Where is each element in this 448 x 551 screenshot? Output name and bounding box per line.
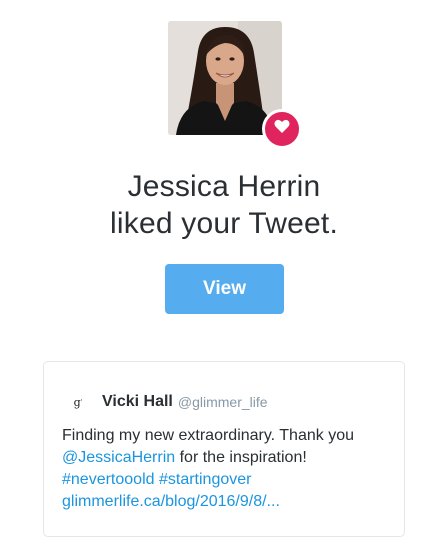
tweet-author-handle[interactable]: @glimmer_life <box>178 394 268 410</box>
tweet-author-name[interactable]: Vicki Hall <box>102 393 173 411</box>
tweet-card[interactable]: g ' Vicki Hall @glimmer_life Finding my n… <box>43 361 405 537</box>
hashtags-line: #nevertooold #startingover <box>62 469 392 491</box>
hashtag-link[interactable]: #startingover <box>159 471 252 488</box>
notification-headline: Jessica Herrin liked your Tweet. <box>0 168 448 242</box>
actor-avatar-container <box>168 21 302 149</box>
url-link[interactable]: glimmerlife.ca/blog/2016/9/8/... <box>62 491 392 513</box>
tweet-text-fragment: for the inspiration! <box>175 449 307 466</box>
action-text: liked your Tweet. <box>110 207 338 240</box>
notification-page: Jessica Herrin liked your Tweet. View g '… <box>0 0 448 551</box>
glimmer-logo-icon[interactable]: g ' <box>62 390 94 414</box>
tweet-text-line: Finding my new extraordinary. Thank you <box>62 427 354 444</box>
tweet-header: g ' Vicki Hall @glimmer_life <box>62 390 268 414</box>
tweet-text-line: @JessicaHerrin for the inspiration! <box>62 447 392 469</box>
view-button[interactable]: View <box>165 264 284 314</box>
tweet-avatar-mark: ' <box>80 398 83 406</box>
mention-link[interactable]: @JessicaHerrin <box>62 449 175 466</box>
tweet-text: Finding my new extraordinary. Thank you … <box>62 425 392 513</box>
like-badge <box>262 109 302 149</box>
actor-name[interactable]: Jessica Herrin <box>0 168 448 205</box>
heart-icon <box>274 119 290 139</box>
hashtag-link[interactable]: #nevertooold <box>62 471 155 488</box>
tweet-avatar-letter: g <box>73 395 81 409</box>
